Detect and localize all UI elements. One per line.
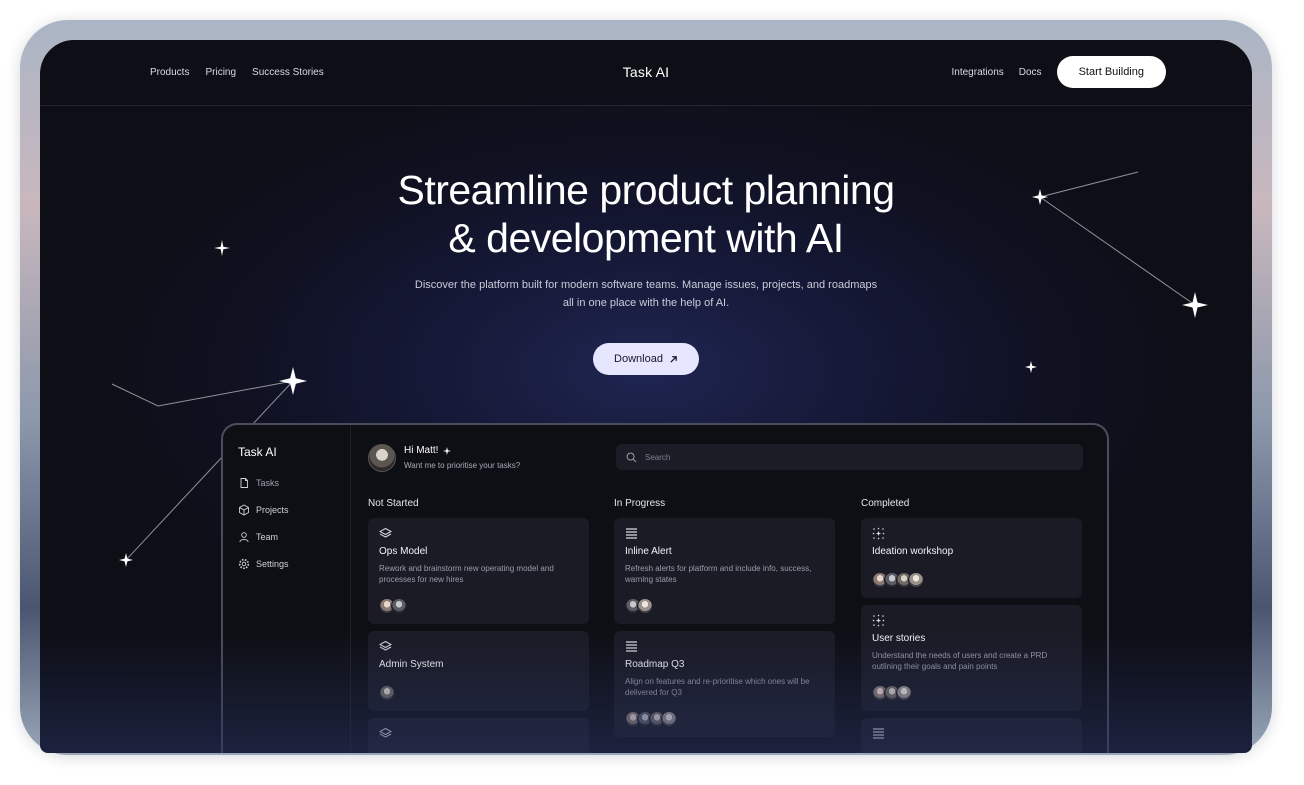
task-description: Refresh alerts for platform and include … xyxy=(625,564,812,584)
sparkle-icon xyxy=(872,527,885,540)
sidebar-item-label: Projects xyxy=(256,505,289,515)
task-title: Admin System xyxy=(379,659,444,670)
star-icon xyxy=(1182,292,1208,318)
assignee-avatars xyxy=(379,598,407,614)
cube-icon xyxy=(239,504,249,516)
avatar[interactable] xyxy=(368,444,396,472)
gear-icon xyxy=(238,558,250,570)
sparkle-icon xyxy=(872,614,885,627)
sidebar-item-projects[interactable]: Projects xyxy=(238,504,289,516)
avatar xyxy=(896,685,912,701)
layers-icon xyxy=(379,727,392,738)
hero-title: Streamline product planning & developmen… xyxy=(40,166,1252,262)
task-title: Roadmap Q3 xyxy=(625,659,685,670)
sidebar-item-label: Team xyxy=(256,532,279,542)
start-building-button[interactable]: Start Building xyxy=(1056,56,1166,88)
task-title: Ideation workshop xyxy=(872,546,954,557)
avatar xyxy=(379,685,395,701)
task-card-roadmap-q3[interactable]: Roadmap Q3 Align on features and re-prio… xyxy=(614,631,835,737)
arrow-up-right-icon xyxy=(670,355,677,363)
column-header-in-progress: In Progress xyxy=(614,498,666,509)
app-preview-window: Task AI Tasks Projects Team Settings Hi … xyxy=(221,423,1109,753)
task-title: User stories xyxy=(872,633,926,644)
assignee-avatars xyxy=(625,711,677,727)
assignee-avatars xyxy=(625,598,653,614)
task-card[interactable] xyxy=(861,718,1082,753)
sidebar-item-settings[interactable]: Settings xyxy=(238,558,289,570)
nav-link-integrations[interactable]: Integrations xyxy=(952,67,1004,78)
nav-right-links: Integrations Docs Start Building xyxy=(952,56,1166,88)
download-label: Download xyxy=(614,353,663,365)
task-card-ops-model[interactable]: Ops Model Rework and brainstorm new oper… xyxy=(368,518,589,624)
assignee-avatars xyxy=(379,685,395,701)
sidebar-item-team[interactable]: Team xyxy=(238,531,278,543)
hero-title-line-2: & development with AI xyxy=(448,215,844,261)
hero-title-line-1: Streamline product planning xyxy=(397,167,895,213)
browser-screen: Products Pricing Success Stories Task AI… xyxy=(40,40,1252,753)
star-icon xyxy=(279,367,307,395)
avatar xyxy=(661,711,677,727)
task-card-ideation-workshop[interactable]: Ideation workshop xyxy=(861,518,1082,598)
task-card-inline-alert[interactable]: Inline Alert Refresh alerts for platform… xyxy=(614,518,835,624)
avatar xyxy=(637,598,653,614)
hero-subtitle: Discover the platform built for modern s… xyxy=(414,279,878,309)
task-title: Ops Model xyxy=(379,546,428,557)
avatar xyxy=(391,598,407,614)
sidebar-item-label: Tasks xyxy=(256,478,280,488)
assignee-avatars xyxy=(872,685,912,701)
app-brand: Task AI xyxy=(238,445,277,459)
app-sidebar: Task AI Tasks Projects Team Settings xyxy=(223,425,351,753)
column-header-completed: Completed xyxy=(861,498,910,509)
nav-link-docs[interactable]: Docs xyxy=(1019,67,1042,78)
assignee-avatars xyxy=(872,572,924,588)
search-icon xyxy=(626,452,637,462)
search-bar[interactable] xyxy=(616,444,1083,470)
star-icon xyxy=(119,553,133,567)
sparkle-icon xyxy=(443,446,452,455)
column-header-not-started: Not Started xyxy=(368,498,419,509)
list-icon xyxy=(626,641,637,652)
task-card-admin-system[interactable]: Admin System xyxy=(368,631,589,711)
sidebar-item-label: Settings xyxy=(256,559,289,569)
greeting: Hi Matt! xyxy=(404,445,452,456)
avatar xyxy=(908,572,924,588)
list-icon xyxy=(626,528,637,539)
list-icon xyxy=(873,728,884,739)
layers-icon xyxy=(379,527,392,538)
top-navbar: Products Pricing Success Stories Task AI… xyxy=(40,40,1252,106)
download-button[interactable]: Download xyxy=(593,343,699,375)
document-icon xyxy=(240,478,248,488)
sidebar-item-tasks[interactable]: Tasks xyxy=(238,477,279,489)
task-description: Align on features and re-prioritise whic… xyxy=(625,677,810,697)
star-icon xyxy=(1025,361,1037,373)
user-icon xyxy=(239,532,249,543)
task-card-user-stories[interactable]: User stories Understand the needs of use… xyxy=(861,605,1082,711)
greeting-text: Hi Matt! xyxy=(404,445,439,456)
task-description: Rework and brainstorm new operating mode… xyxy=(379,564,554,584)
layers-icon xyxy=(379,640,392,651)
search-input[interactable] xyxy=(645,452,1045,462)
task-card[interactable] xyxy=(368,718,589,753)
greeting-subtext: Want me to prioritise your tasks? xyxy=(404,461,521,470)
task-description: Understand the needs of users and create… xyxy=(872,651,1048,671)
task-title: Inline Alert xyxy=(625,546,672,557)
